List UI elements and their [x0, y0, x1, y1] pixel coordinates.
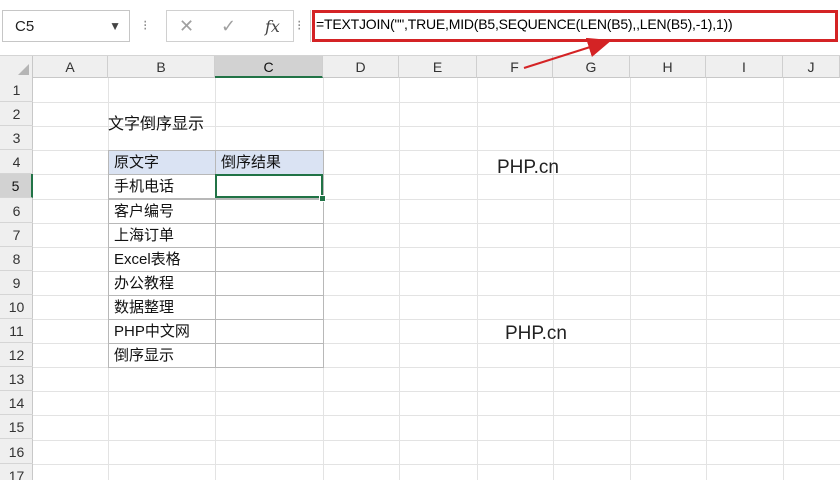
- annotation-arrow-line: [523, 37, 612, 69]
- annotation-arrow: [523, 37, 612, 69]
